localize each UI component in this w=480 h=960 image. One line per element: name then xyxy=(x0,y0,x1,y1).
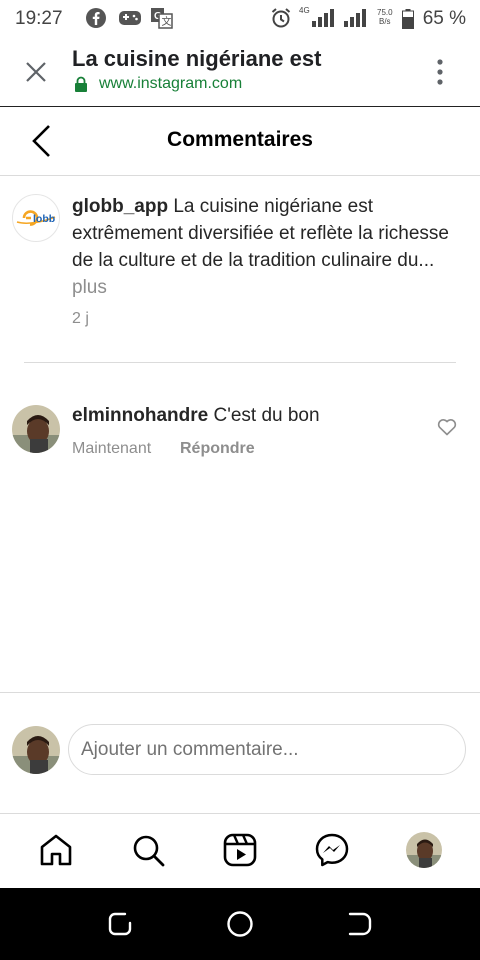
messenger-icon[interactable] xyxy=(314,832,350,868)
page-title: La cuisine nigériane est xyxy=(72,46,322,71)
reply-button[interactable]: Répondre xyxy=(180,440,255,458)
network-speed: 75.0 B/s xyxy=(377,8,393,26)
network-speed-value: 75.0 xyxy=(377,8,393,17)
caption-timestamp: 2 j xyxy=(72,310,89,327)
game-controller-icon xyxy=(118,7,142,34)
network-speed-unit: B/s xyxy=(379,17,391,26)
battery-percentage: 65 % xyxy=(422,8,466,29)
caption-text: globb_app La cuisine nigériane est extrê… xyxy=(72,193,452,301)
header-title: Commentaires xyxy=(167,128,313,151)
divider xyxy=(24,362,456,363)
comment-timestamp: Maintenant xyxy=(72,440,152,457)
comment-username[interactable]: elminnohandre xyxy=(72,405,208,426)
home-button-icon[interactable] xyxy=(226,910,254,943)
svg-text:lobb: lobb xyxy=(33,213,55,225)
comment-body: C'est du bon xyxy=(213,405,320,426)
profile-tab-avatar[interactable] xyxy=(406,832,442,868)
status-time: 19:27 xyxy=(15,8,63,29)
globb-logo-avatar[interactable]: lobb xyxy=(12,194,60,242)
more-options-icon[interactable] xyxy=(430,58,450,91)
lock-icon xyxy=(74,76,88,97)
caption-more-link[interactable]: plus xyxy=(72,277,107,298)
signal-icon xyxy=(312,9,338,32)
user-avatar[interactable] xyxy=(12,405,60,453)
comment-input[interactable] xyxy=(68,724,466,775)
caption-username[interactable]: globb_app xyxy=(72,196,168,217)
page-url: www.instagram.com xyxy=(99,75,243,92)
close-icon[interactable] xyxy=(24,60,48,89)
recent-apps-icon[interactable] xyxy=(106,910,134,943)
reels-icon[interactable] xyxy=(222,832,258,868)
svg-text:文: 文 xyxy=(162,15,172,28)
current-user-avatar xyxy=(12,726,60,774)
network-type: 4G xyxy=(299,6,310,15)
signal-icon-2 xyxy=(344,9,370,32)
battery-icon xyxy=(402,9,414,34)
home-icon[interactable] xyxy=(38,832,74,868)
comment-text: elminnohandre C'est du bon xyxy=(72,405,320,427)
back-button-icon[interactable] xyxy=(346,910,374,943)
heart-icon[interactable] xyxy=(437,418,457,441)
search-icon[interactable] xyxy=(130,832,166,868)
alarm-icon xyxy=(270,7,292,34)
facebook-icon xyxy=(85,7,107,34)
translate-icon: G文 xyxy=(150,7,174,34)
